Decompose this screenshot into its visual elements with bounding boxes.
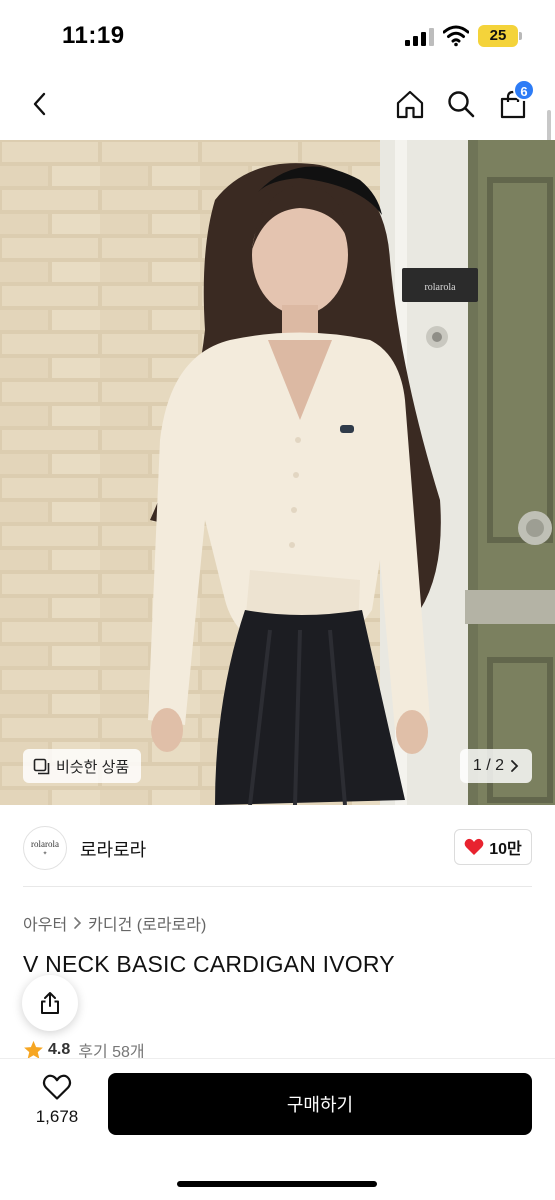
wifi-icon	[443, 25, 469, 47]
page-indicator-text: 1 / 2	[472, 757, 505, 774]
wishlist-count: 1,678	[35, 1107, 79, 1126]
heart-outline-icon	[42, 1074, 72, 1100]
battery-tip	[519, 32, 522, 40]
brand-like-count: 10만	[489, 841, 522, 858]
search-icon	[448, 91, 475, 118]
door-plate-text: rolarola	[424, 282, 456, 293]
home-button[interactable]	[390, 84, 430, 124]
divider	[23, 886, 532, 887]
similar-products-button[interactable]: 비슷한 상품	[23, 749, 142, 783]
share-button[interactable]	[22, 975, 78, 1031]
similar-products-icon	[33, 758, 50, 774]
home-indicator	[177, 1181, 377, 1187]
nav-bar: 6	[0, 72, 555, 140]
wishlist-button[interactable]: 1,678	[28, 1073, 86, 1137]
bottom-action-bar: 1,678 구매하기	[0, 1058, 555, 1200]
similar-products-label: 비슷한 상품	[56, 758, 130, 776]
chevron-right-icon	[511, 760, 519, 772]
category-breadcrumb: 아우터 카디건 (로라로라)	[23, 911, 206, 935]
status-bar: 11:19 25	[0, 0, 555, 72]
image-page-indicator[interactable]: 1 / 2	[460, 749, 532, 783]
breadcrumb-item-cardigan[interactable]: 카디건 (로라로라)	[88, 911, 206, 935]
cart-count-badge: 6	[513, 79, 535, 101]
star-icon	[24, 1040, 43, 1059]
brand-like-button[interactable]: 10만	[454, 829, 532, 865]
chevron-right-icon	[74, 917, 82, 929]
brand-logo[interactable]: rolarola ✦	[23, 826, 67, 870]
rating-value: 4.8	[48, 1041, 71, 1058]
home-icon	[396, 90, 424, 119]
back-button[interactable]	[20, 84, 60, 124]
breadcrumb-item-outer[interactable]: 아우터	[23, 911, 67, 935]
brand-name[interactable]: 로라로라	[80, 836, 146, 862]
brand-row: rolarola ✦ 로라로라 10만	[0, 805, 555, 887]
buy-button[interactable]: 구매하기	[108, 1073, 532, 1135]
brand-logo-text: rolarola	[31, 839, 59, 849]
product-image-carousel[interactable]: rolarola 비슷한 상품 1 / 2	[0, 140, 555, 805]
product-photo: rolarola	[0, 140, 555, 805]
search-button[interactable]	[441, 84, 481, 124]
signal-icon	[405, 28, 435, 46]
status-time: 11:19	[62, 22, 125, 49]
chevron-left-icon	[33, 92, 46, 116]
cart-button[interactable]: 6	[493, 79, 535, 124]
share-icon	[41, 992, 59, 1014]
brand-logo-mark: ✦	[42, 851, 48, 857]
heart-filled-icon	[464, 838, 484, 855]
product-title: V NECK BASIC CARDIGAN IVORY	[23, 951, 395, 977]
battery-indicator: 25	[478, 25, 518, 47]
